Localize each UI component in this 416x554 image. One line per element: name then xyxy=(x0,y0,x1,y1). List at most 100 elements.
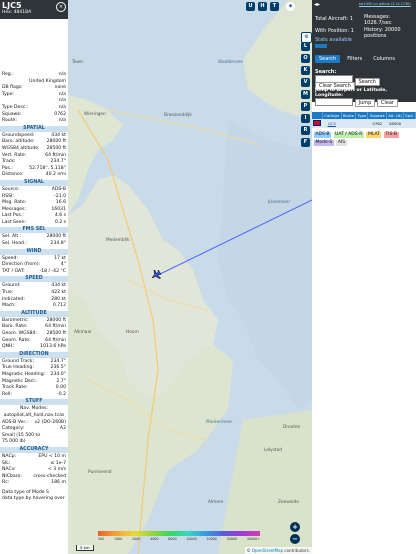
row-altitude: 28000 xyxy=(386,119,404,128)
info-header: LJC5 Hex: 4841BA × xyxy=(0,0,68,19)
table-row[interactable]: LJC5 0762 28000 xyxy=(312,119,416,128)
wind-block: Speed: 17 kt Direction (from): 4° TAT / OA… xyxy=(0,256,68,276)
info-row: Track: 234.7° xyxy=(2,159,66,165)
info-row: Nav. Modes: xyxy=(20,406,48,412)
map-button-l[interactable]: L xyxy=(301,42,310,51)
info-row: NACp: EPU < 10 m xyxy=(2,453,66,459)
info-row: Roll: -0.2 xyxy=(2,391,66,397)
search-button[interactable]: Search xyxy=(354,78,380,86)
section-fms[interactable]: FMS SEL xyxy=(0,227,68,234)
section-stuff[interactable]: STUFF xyxy=(0,399,68,406)
col-header-squawk[interactable]: Squawk xyxy=(367,112,388,119)
info-row: Source: ADS-B xyxy=(2,186,66,192)
zoom-out-button[interactable]: − xyxy=(290,534,300,544)
speed-block: Ground: 434 kt True: 422 kt Indicated: 280 … xyxy=(0,283,68,309)
altitude-block: Barometric: 28000 ft Baro. Rate: 64 ft/min… xyxy=(0,318,68,351)
stats-bar xyxy=(315,44,327,48)
col-header-type[interactable]: Type xyxy=(355,112,369,119)
section-speed[interactable]: SPEED xyxy=(0,276,68,283)
col-header-flag[interactable] xyxy=(312,112,323,119)
info-row: NACv: < 3 m/s xyxy=(2,467,66,473)
map-button-u[interactable]: U xyxy=(246,2,255,11)
map-button-f[interactable]: F xyxy=(301,138,310,147)
legend-tick: 1000 xyxy=(113,537,123,541)
jump-input[interactable] xyxy=(315,98,353,106)
signal-block: Source: ADS-B RSSI: -21.0 Msg. Rate: 16.6 M… xyxy=(0,187,68,227)
collapse-arrows-icon[interactable]: ◂▸ xyxy=(314,1,320,8)
map-label: Alkmaar xyxy=(74,330,92,335)
section-wind[interactable]: WIND xyxy=(0,248,68,255)
legend-tick: 4000 xyxy=(150,537,159,541)
tag-uat: UAT / ADS-R xyxy=(333,132,364,138)
fms-block: Sel. Alt.: 28000 ft Sel. Head.: 234.8° xyxy=(0,234,68,247)
messages-value: 1026.7/sec xyxy=(364,20,392,26)
legend-tick: 30000 xyxy=(226,537,238,541)
aircraft-list-panel: ◂▸ tar1090 on github (3.14.1736) Total A… xyxy=(312,0,416,554)
map-view[interactable]: Wieringen Breezanddijk Waddenzee IJsselm… xyxy=(68,0,312,554)
info-row-typedesc: Type Desc.: n/a xyxy=(2,104,66,110)
info-row: QNH: 1013.6 hPa xyxy=(2,344,66,350)
jump-row: Jump Clear xyxy=(315,98,398,107)
map-button-h[interactable]: H xyxy=(258,2,267,11)
with-position: With Position: 1 xyxy=(315,28,354,34)
aircraft-table: Callsign Route Type Squawk Alt. (ft) Spd… xyxy=(312,112,416,128)
section-altitude[interactable]: ALTITUDE xyxy=(0,310,68,317)
aircraft-table-wrap: Callsign Route Type Squawk Alt. (ft) Spd… xyxy=(312,112,416,128)
legend-tick: 20000 xyxy=(206,537,217,541)
close-info-button[interactable]: × xyxy=(56,2,66,12)
map-label: Lelystad xyxy=(264,448,282,453)
section-spatial[interactable]: SPATIAL xyxy=(0,125,68,132)
col-header-altitude[interactable]: Alt. (ft) xyxy=(386,112,405,119)
map-button-k[interactable]: K xyxy=(301,66,310,75)
info-row: Last Seen: 0.2 s xyxy=(2,219,66,225)
clear-jump-button[interactable]: Clear xyxy=(376,98,398,107)
map-button-p[interactable]: P xyxy=(301,102,310,111)
panel-tabs: Search Filters Columns xyxy=(312,53,416,64)
tab-filters[interactable]: Filters xyxy=(343,55,366,63)
jump-label: Jump to Airport or Latitude, Longitude: xyxy=(315,88,387,98)
selected-hex: Hex: 4841BA xyxy=(2,10,32,15)
map-label: Purmerend xyxy=(88,470,112,475)
map-button-i[interactable]: I xyxy=(301,114,310,123)
right-top-section: ◂▸ tar1090 on github (3.14.1736) Total A… xyxy=(312,0,416,102)
stats-link[interactable]: Stats available xyxy=(315,37,352,43)
map-button-t[interactable]: T xyxy=(270,2,279,11)
info-row-type2: n/a xyxy=(58,98,66,104)
section-accuracy[interactable]: ACCURACY xyxy=(0,446,68,453)
tab-columns[interactable]: Columns xyxy=(369,55,399,63)
info-row: Rc: 186 m xyxy=(2,480,66,486)
section-direction[interactable]: DIRECTION xyxy=(0,351,68,358)
info-row: Track Rate: 0.00 xyxy=(2,385,66,391)
col-header-route[interactable]: Route xyxy=(341,112,357,119)
col-header-callsign[interactable]: Callsign xyxy=(322,112,342,119)
row-callsign[interactable]: LJC5 xyxy=(322,119,342,128)
row-type xyxy=(355,119,368,128)
info-row: Sel. Head.: 234.8° xyxy=(2,241,66,247)
tab-search[interactable]: Search xyxy=(315,54,341,63)
map-button-m[interactable]: M xyxy=(301,90,310,99)
zoom-in-button[interactable]: + xyxy=(290,522,300,532)
layers-icon[interactable]: ◈ xyxy=(286,2,295,11)
map-button-r[interactable]: R xyxy=(301,126,310,135)
tag-modes: Mode-S xyxy=(314,140,334,146)
map-button-o[interactable]: O xyxy=(301,54,310,63)
map-button-v[interactable]: V xyxy=(301,78,310,87)
row-squawk: 0762 xyxy=(367,119,387,128)
col-header-speed[interactable]: Spd. xyxy=(403,112,416,119)
aircraft-info-panel: LJC5 Hex: 4841BA × Reg.: n/a United Kingd… xyxy=(0,0,69,554)
map-label: Hoorn xyxy=(126,330,139,335)
info-row: Msg. Rate: 16.6 xyxy=(2,200,66,206)
tag-adsb: ADS-B xyxy=(314,132,331,138)
map-attribution: © OpenStreetMap contributors. xyxy=(244,547,312,554)
osm-link[interactable]: OpenStreetMap xyxy=(252,548,283,553)
table-header-row: Callsign Route Type Squawk Alt. (ft) Spd… xyxy=(312,112,416,119)
aircraft-marker-icon[interactable] xyxy=(151,270,161,280)
info-row: WGS84 altitude: 28500 ft xyxy=(2,145,66,151)
jump-button[interactable]: Jump xyxy=(354,98,376,107)
altitude-color-legend xyxy=(98,531,260,536)
altitude-legend-ticks: 500 1000 2000 4000 6000 10000 20000 3000… xyxy=(98,537,260,541)
github-link[interactable]: tar1090 on github (3.14.1736) xyxy=(359,2,411,6)
section-signal[interactable]: SIGNAL xyxy=(0,179,68,186)
legend-tick: 10000 xyxy=(186,537,197,541)
